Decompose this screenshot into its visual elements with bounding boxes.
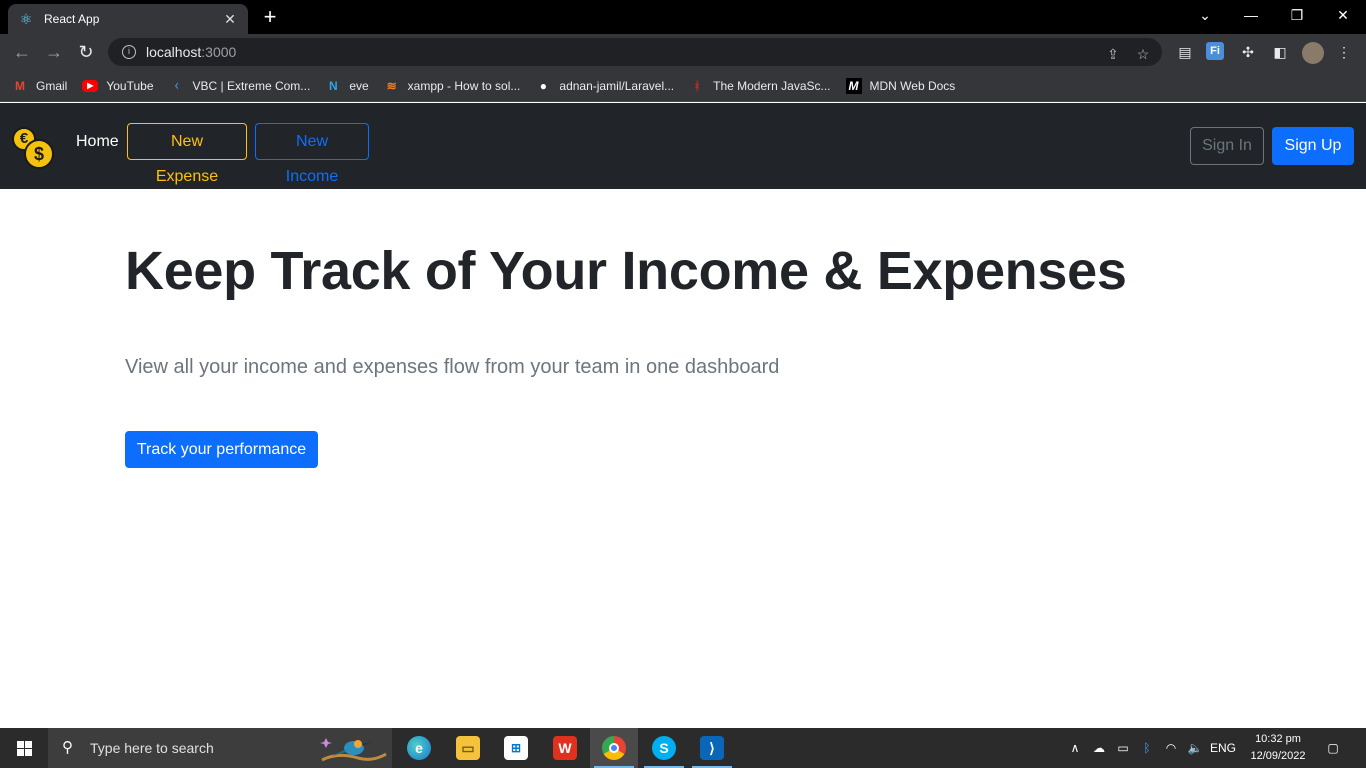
bookmark-label: The Modern JavaSc... bbox=[713, 78, 831, 93]
github-icon: ● bbox=[539, 78, 548, 93]
browser-tab[interactable]: ⚛ React App ✕ bbox=[8, 4, 248, 34]
taskbar-clock[interactable]: 10:32 pm 12/09/2022 bbox=[1240, 731, 1316, 765]
sign-up-button[interactable]: Sign Up bbox=[1272, 127, 1354, 165]
start-button[interactable] bbox=[0, 728, 48, 768]
bookmark-modern-js[interactable]: ᚼ The Modern JavaSc... bbox=[689, 78, 831, 94]
bookmark-label: Gmail bbox=[36, 78, 68, 93]
taskbar-search-placeholder: Type here to search bbox=[90, 740, 214, 756]
bookmark-vbc[interactable]: ᚲ VBC | Extreme Com... bbox=[169, 78, 311, 94]
restore-icon[interactable]: ❐ bbox=[1274, 0, 1320, 30]
track-performance-button[interactable]: Track your performance bbox=[125, 431, 318, 468]
volume-icon[interactable]: 🔈 bbox=[1184, 728, 1206, 768]
minimize-icon[interactable]: — bbox=[1228, 0, 1274, 30]
store-icon: ⊞ bbox=[504, 736, 528, 760]
show-hidden-icons-chevron-icon[interactable]: ∧ bbox=[1064, 728, 1086, 768]
new-income-button[interactable]: New Income bbox=[255, 123, 369, 185]
skype-icon: S bbox=[652, 736, 676, 760]
site-info-icon[interactable]: i bbox=[122, 45, 136, 59]
close-window-icon[interactable]: ✕ bbox=[1320, 0, 1366, 30]
bookmark-label: xampp - How to sol... bbox=[407, 78, 521, 93]
back-icon[interactable]: ← bbox=[10, 40, 34, 64]
onedrive-cloud-icon[interactable]: ☁ bbox=[1088, 728, 1110, 768]
taskbar-search-box[interactable]: ⚲ Type here to search bbox=[48, 728, 392, 768]
vscode-icon: ⟩ bbox=[700, 736, 724, 760]
edge-icon: e bbox=[407, 736, 431, 760]
profile-avatar[interactable] bbox=[1302, 42, 1324, 64]
hero-lead: View all your income and expenses flow f… bbox=[125, 356, 780, 378]
new-tab-icon[interactable]: + bbox=[258, 6, 282, 30]
hero-title: Keep Track of Your Income & Expenses bbox=[125, 241, 1127, 301]
extensions-puzzle-icon[interactable]: ✣ bbox=[1238, 42, 1258, 62]
search-highlight-bird-icon bbox=[320, 738, 387, 762]
windows-taskbar: ⚲ Type here to search e ▭ ⊞ W S ⟩ ∧ ☁ ▭ … bbox=[0, 728, 1366, 768]
youtube-icon: ▶ bbox=[82, 79, 99, 92]
menu-kebab-icon[interactable]: ⋮ bbox=[1334, 42, 1354, 62]
app-navbar: € $ Home New Expense New Income Sign In … bbox=[0, 103, 1366, 189]
mdn-icon: M bbox=[845, 77, 862, 94]
vbc-icon: ᚲ bbox=[172, 78, 181, 93]
url-port: :3000 bbox=[201, 44, 237, 60]
bookmark-label: adnan-jamil/Laravel... bbox=[559, 78, 675, 93]
eve-icon: N bbox=[328, 78, 338, 93]
react-icon: ⚛ bbox=[19, 11, 33, 27]
bookmark-label: eve bbox=[349, 78, 369, 93]
bookmark-label: VBC | Extreme Com... bbox=[192, 78, 311, 93]
clock-time: 10:32 pm bbox=[1255, 733, 1301, 745]
bookmark-youtube[interactable]: ▶ YouTube bbox=[82, 78, 154, 93]
reload-icon[interactable]: ↻ bbox=[74, 40, 98, 64]
javascript-info-icon: ᚼ bbox=[693, 78, 701, 93]
tab-search-chevron-icon[interactable]: ⌄ bbox=[1182, 0, 1228, 30]
taskbar-chrome[interactable] bbox=[590, 728, 638, 768]
taskbar-skype[interactable]: S bbox=[640, 728, 688, 768]
taskbar-vscode[interactable]: ⟩ bbox=[688, 728, 736, 768]
bluetooth-icon[interactable]: ᛒ bbox=[1136, 728, 1158, 768]
bookmark-eve[interactable]: N eve bbox=[325, 78, 369, 94]
new-expense-button[interactable]: New Expense bbox=[127, 123, 247, 185]
clock-date: 12/09/2022 bbox=[1250, 750, 1306, 762]
bookmark-label: YouTube bbox=[106, 78, 154, 93]
bookmark-star-icon[interactable]: ☆ bbox=[1134, 45, 1152, 63]
windows-logo-icon bbox=[17, 741, 32, 756]
gmail-icon: M bbox=[15, 78, 25, 93]
tab-title: React App bbox=[44, 12, 100, 26]
coins-logo-icon[interactable]: € $ bbox=[12, 127, 54, 169]
wps-office-icon: W bbox=[553, 736, 577, 760]
browser-tab-bar: ⚛ React App ✕ + ⌄ — ❐ ✕ bbox=[0, 0, 1366, 34]
bookmark-github[interactable]: ● adnan-jamil/Laravel... bbox=[535, 78, 674, 94]
language-indicator[interactable]: ENG bbox=[1208, 728, 1238, 768]
bookmark-xampp[interactable]: ≋ xampp - How to sol... bbox=[384, 78, 521, 94]
bookmark-mdn[interactable]: M MDN Web Docs bbox=[845, 77, 956, 94]
sign-in-button[interactable]: Sign In bbox=[1190, 127, 1264, 165]
dollar-coin-icon: $ bbox=[24, 139, 54, 169]
search-icon: ⚲ bbox=[62, 739, 73, 756]
taskbar-edge[interactable]: e bbox=[395, 728, 443, 768]
folder-icon: ▭ bbox=[456, 736, 480, 760]
notifications-icon[interactable]: ▢ bbox=[1322, 728, 1344, 768]
browser-toolbar: ← → ↻ i localhost:3000 ⇪ ☆ bbox=[0, 34, 1366, 70]
address-bar[interactable]: i localhost:3000 ⇪ ☆ bbox=[108, 38, 1162, 66]
taskbar-store[interactable]: ⊞ bbox=[492, 728, 540, 768]
fi-extension-icon[interactable]: Fi bbox=[1206, 42, 1224, 60]
bookmark-label: MDN Web Docs bbox=[869, 78, 956, 93]
clipboard-extension-icon[interactable]: ▤ bbox=[1175, 42, 1195, 62]
bookmark-gmail[interactable]: M Gmail bbox=[12, 78, 67, 94]
taskbar-file-explorer[interactable]: ▭ bbox=[444, 728, 492, 768]
stackoverflow-icon: ≋ bbox=[386, 78, 397, 93]
battery-icon[interactable]: ▭ bbox=[1112, 728, 1134, 768]
close-tab-icon[interactable]: ✕ bbox=[222, 11, 238, 28]
url-host: localhost bbox=[146, 44, 202, 60]
taskbar-wps[interactable]: W bbox=[541, 728, 589, 768]
wifi-icon[interactable]: ◠ bbox=[1160, 728, 1182, 768]
forward-icon[interactable]: → bbox=[42, 40, 66, 64]
side-panel-icon[interactable]: ◧ bbox=[1270, 42, 1290, 62]
nav-home-link[interactable]: Home bbox=[76, 133, 119, 151]
chrome-icon bbox=[602, 736, 626, 760]
share-icon[interactable]: ⇪ bbox=[1104, 45, 1122, 63]
bookmarks-bar: M Gmail ▶ YouTube ᚲ VBC | Extreme Com...… bbox=[0, 70, 1366, 102]
